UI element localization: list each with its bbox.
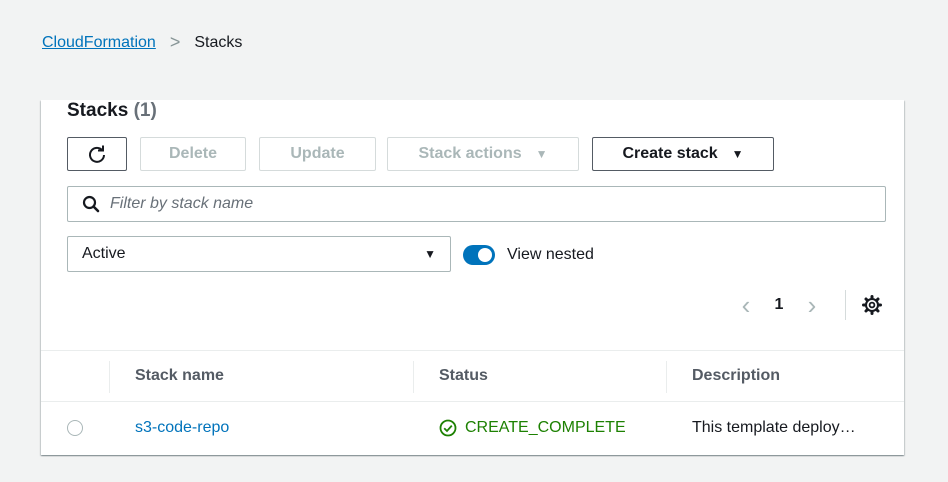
breadcrumb-current: Stacks — [194, 33, 243, 51]
update-button[interactable]: Update — [259, 137, 376, 171]
stack-actions-button[interactable]: Stack actions ▼ — [387, 137, 579, 171]
table-row: s3-code-repo CREATE_COMPLETE This templa… — [41, 402, 904, 454]
check-circle-icon — [439, 419, 457, 437]
stacks-panel: Stacks (1) Delete Update Stack actions ▼… — [41, 100, 904, 455]
column-header-label: Stack name — [135, 367, 224, 384]
column-header-stack-name[interactable]: Stack name — [135, 351, 224, 401]
update-button-label: Update — [290, 145, 345, 162]
cell-description: This template deploy… — [692, 402, 856, 454]
breadcrumb-separator: > — [169, 32, 181, 52]
stack-count: (1) — [133, 100, 157, 121]
status-filter-value: Active — [82, 245, 126, 262]
column-header-status[interactable]: Status — [439, 351, 488, 401]
col-sep — [666, 361, 667, 393]
panel-title-text: Stacks — [67, 100, 129, 121]
column-header-label: Description — [692, 367, 781, 384]
row-select-radio[interactable] — [67, 420, 83, 436]
stack-name-link[interactable]: s3-code-repo — [135, 419, 229, 437]
current-page-number[interactable]: 1 — [761, 296, 797, 314]
stack-actions-label: Stack actions — [418, 145, 522, 162]
breadcrumb-cloudformation-link[interactable]: CloudFormation — [42, 34, 156, 52]
cell-stack-name: s3-code-repo — [135, 402, 229, 454]
filter-box — [67, 186, 886, 222]
toggle-switch[interactable] — [463, 245, 495, 265]
status-filter-select[interactable]: Active ▼ — [67, 236, 451, 272]
cell-status: CREATE_COMPLETE — [439, 402, 626, 454]
create-stack-button[interactable]: Create stack ▼ — [592, 137, 774, 171]
search-icon — [82, 195, 100, 213]
view-nested-label: View nested — [507, 246, 594, 263]
caret-down-icon: ▼ — [424, 247, 436, 261]
view-nested-toggle[interactable]: View nested — [463, 245, 594, 265]
column-header-description[interactable]: Description — [692, 351, 780, 401]
pagination: ‹ 1 › — [731, 290, 882, 320]
refresh-button[interactable] — [67, 137, 127, 171]
table-header: Stack name Status Description — [41, 350, 904, 402]
settings-gear-icon[interactable] — [862, 295, 882, 315]
filter-input[interactable] — [110, 195, 810, 213]
delete-button[interactable]: Delete — [140, 137, 246, 171]
column-header-label: Status — [439, 367, 488, 384]
breadcrumb: CloudFormation > Stacks — [42, 32, 242, 53]
col-sep — [413, 361, 414, 393]
previous-page-icon[interactable]: ‹ — [731, 290, 761, 320]
status-text: CREATE_COMPLETE — [465, 419, 626, 436]
create-stack-label: Create stack — [622, 145, 718, 162]
caret-down-icon: ▼ — [731, 147, 744, 161]
pager-divider — [845, 290, 846, 320]
caret-down-icon: ▼ — [535, 147, 548, 161]
next-page-icon[interactable]: › — [797, 290, 827, 320]
col-sep — [109, 361, 110, 393]
refresh-icon — [89, 145, 105, 163]
panel-title: Stacks (1) — [67, 100, 157, 122]
delete-button-label: Delete — [168, 145, 218, 162]
description-text: This template deploy… — [692, 419, 856, 436]
